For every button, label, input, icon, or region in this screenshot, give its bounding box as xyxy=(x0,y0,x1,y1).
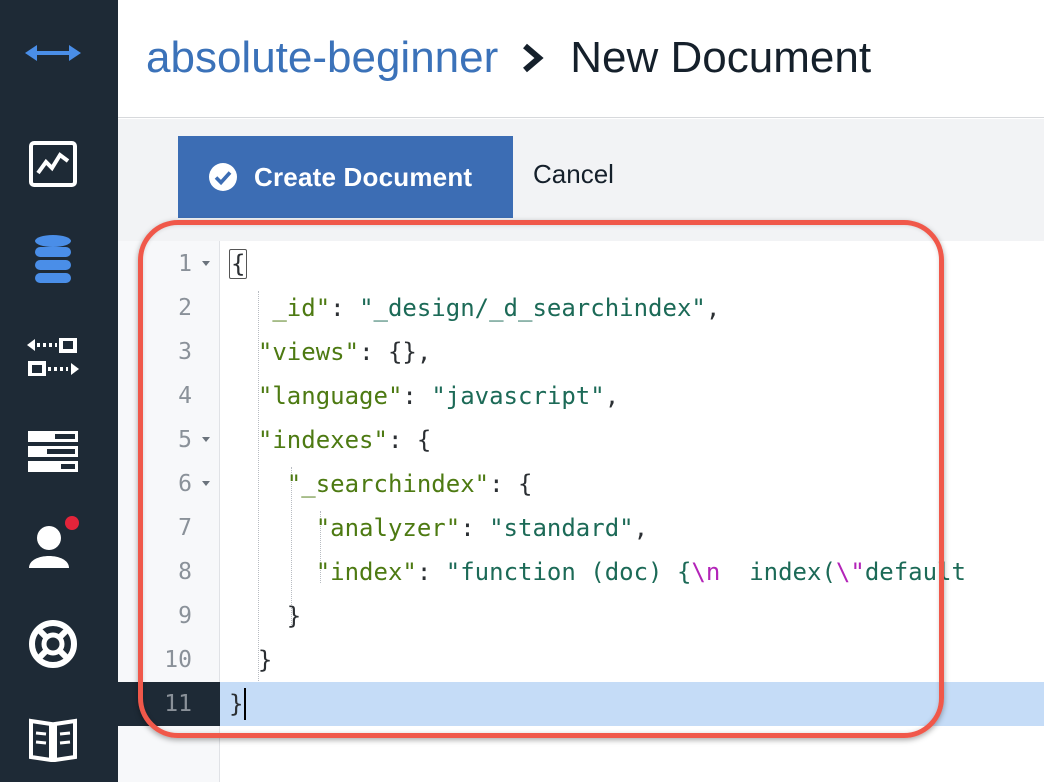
documentation-book-icon[interactable] xyxy=(25,712,81,768)
document-toolbar: Create Document Cancel xyxy=(118,119,1044,241)
code-line: 3 "views": {}, xyxy=(118,330,1044,374)
fold-arrow-icon[interactable] xyxy=(202,437,210,442)
code-line: 10 } xyxy=(118,638,1044,682)
code-line: 4 "language": "javascript", xyxy=(118,374,1044,418)
code-text: } xyxy=(229,602,302,630)
json-code-editor[interactable]: 1 { 2 _id": "_design/_d_searchindex", 3 … xyxy=(118,241,1044,782)
page-title: New Document xyxy=(570,33,872,82)
cancel-button[interactable]: Cancel xyxy=(533,159,614,190)
text-cursor xyxy=(244,688,246,720)
create-document-button[interactable]: Create Document xyxy=(178,136,513,218)
support-lifebuoy-icon[interactable] xyxy=(25,616,81,672)
code-line: 1 { xyxy=(118,242,1044,286)
fold-arrow-icon[interactable] xyxy=(202,481,210,486)
create-document-label: Create Document xyxy=(254,161,473,192)
code-line: 9 } xyxy=(118,594,1044,638)
code-text: "indexes": { xyxy=(257,426,432,454)
line-number: 2 xyxy=(178,295,192,321)
sidebar-nav xyxy=(0,0,118,782)
code-line: 7 "analyzer": "standard", xyxy=(118,506,1044,550)
line-number: 1 xyxy=(178,251,192,277)
fold-arrow-icon[interactable] xyxy=(202,261,210,266)
code-text: "analyzer": "standard", xyxy=(315,514,649,542)
breadcrumb: absolute-beginner New Document xyxy=(146,28,871,88)
expand-arrows-icon[interactable] xyxy=(25,25,81,81)
code-text: } xyxy=(229,690,244,718)
line-number: 8 xyxy=(178,559,192,585)
line-number: 5 xyxy=(178,427,192,453)
active-tasks-icon[interactable] xyxy=(25,424,81,480)
monitoring-chart-icon[interactable] xyxy=(25,136,81,192)
code-line: 2 _id": "_design/_d_searchindex", xyxy=(118,286,1044,330)
code-line-active: 11 } xyxy=(118,682,1044,726)
replication-icon[interactable] xyxy=(25,329,81,385)
checkmark-circle-icon xyxy=(209,163,237,191)
code-text: _id": "_design/_d_searchindex", xyxy=(272,294,721,322)
page-header: absolute-beginner New Document xyxy=(118,0,1044,118)
line-number: 10 xyxy=(164,647,192,673)
code-text: "views": {}, xyxy=(257,338,432,366)
line-number: 3 xyxy=(178,339,192,365)
line-number: 9 xyxy=(178,603,192,629)
line-number: 4 xyxy=(178,383,192,409)
code-line: 5 "indexes": { xyxy=(118,418,1044,462)
code-text: } xyxy=(229,646,273,674)
code-text: { xyxy=(229,249,248,279)
code-line: 6 "_searchindex": { xyxy=(118,462,1044,506)
account-icon[interactable] xyxy=(25,516,81,572)
code-text: "index": "function (doc) {\n index(\"def… xyxy=(315,558,966,586)
chevron-right-icon xyxy=(520,28,546,88)
code-line: 8 "index": "function (doc) {\n index(\"d… xyxy=(118,550,1044,594)
code-text: "_searchindex": { xyxy=(286,470,533,498)
line-number: 7 xyxy=(178,515,192,541)
breadcrumb-database-link[interactable]: absolute-beginner xyxy=(146,28,498,88)
notification-dot xyxy=(65,516,79,530)
database-icon[interactable] xyxy=(25,231,81,287)
code-text: "language": "javascript", xyxy=(257,382,620,410)
line-number: 6 xyxy=(178,471,192,497)
line-number: 11 xyxy=(164,691,192,717)
